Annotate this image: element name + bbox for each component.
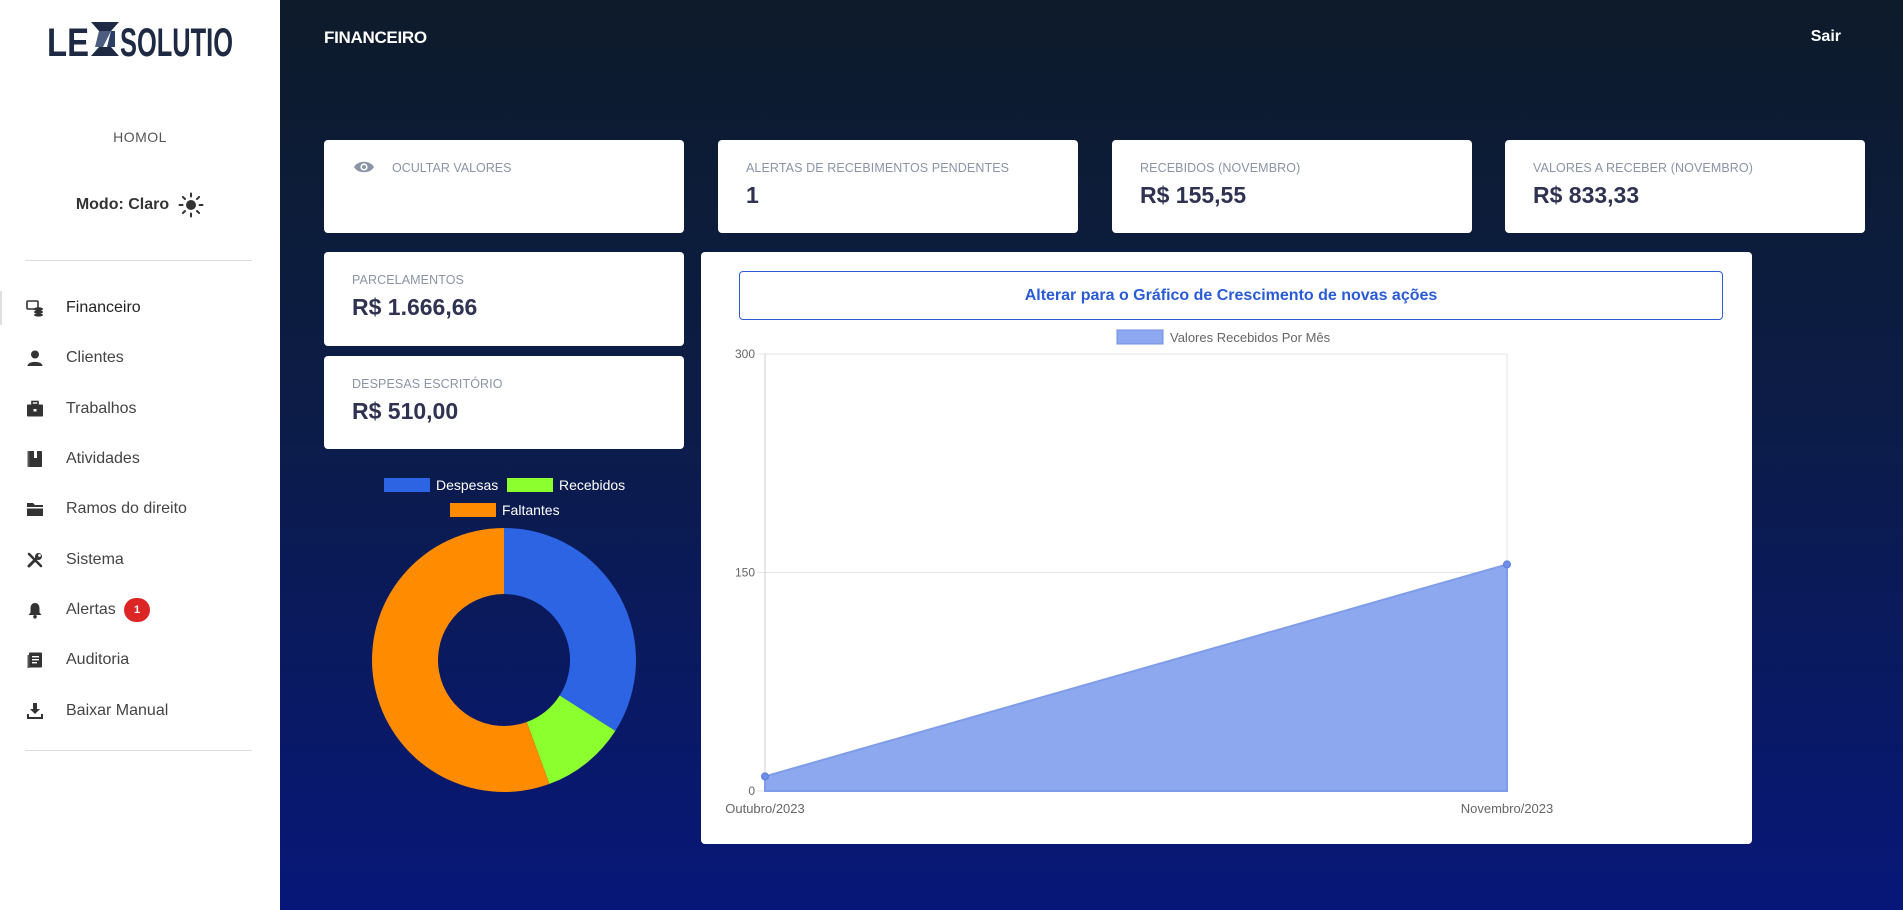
card-caption: VALORES A RECEBER (NOVEMBRO)	[1533, 161, 1753, 175]
sidebar-item-label: Atividades	[66, 450, 140, 468]
environment-label: HOMOL	[113, 129, 167, 145]
book-icon	[26, 450, 44, 468]
main-content: FINANCEIRO Sair OCULTAR VALORES ALERTAS …	[280, 0, 1903, 910]
alert-count-badge: 1	[124, 597, 150, 622]
card-value: R$ 510,00	[352, 398, 459, 424]
sidebar-item-label: Clientes	[66, 349, 124, 367]
sidebar-item-label: Sistema	[66, 550, 124, 568]
sidebar-item-alertas[interactable]: Alertas 1	[0, 585, 280, 635]
card-caption: DESPESAS ESCRITÓRIO	[352, 377, 503, 391]
card-value: R$ 155,55	[1140, 182, 1247, 208]
sidebar-item-label: Financeiro	[66, 299, 141, 317]
page-title: FINANCEIRO	[324, 28, 427, 47]
legend-swatch-despesas[interactable]	[384, 478, 430, 492]
sidebar-item-trabalhos[interactable]: Trabalhos	[0, 384, 280, 434]
received-card: RECEBIDOS (NOVEMBRO) R$ 155,55	[1112, 140, 1472, 233]
area-chart: Valores Recebidos Por Mês 0 150 300 Outubro…	[725, 329, 1554, 816]
sidebar-item-clientes[interactable]: Clientes	[0, 333, 280, 383]
download-icon	[26, 702, 44, 720]
card-value: R$ 1.666,66	[352, 294, 478, 320]
area-legend[interactable]: Valores Recebidos Por Mês	[1116, 329, 1331, 345]
theme-mode-label: Modo: Claro	[75, 196, 170, 213]
card-caption: PARCELAMENTOS	[352, 273, 464, 287]
to-receive-card: VALORES A RECEBER (NOVEMBRO) R$ 833,33	[1505, 140, 1865, 233]
sidebar-item-label: Alertas	[66, 600, 116, 618]
finance-icon	[26, 299, 44, 317]
legend-swatch-faltantes[interactable]	[450, 503, 496, 517]
sidebar-item-ramos-do-direito[interactable]: Ramos do direito	[0, 484, 280, 534]
donut-slice-despesas[interactable]	[504, 528, 636, 731]
pending-alerts-card: ALERTAS DE RECEBIMENTOS PENDENTES 1	[718, 140, 1078, 233]
y-tick-label: 300	[735, 347, 755, 361]
document-icon	[26, 651, 44, 669]
card-value: R$ 833,33	[1533, 182, 1640, 208]
legend-label-recebidos: Recebidos	[559, 477, 625, 493]
y-tick-label: 0	[748, 784, 755, 798]
card-value: 1	[746, 182, 759, 208]
y-tick-label: 150	[735, 566, 755, 580]
sidebar-item-label: Auditoria	[66, 651, 130, 669]
x-tick-label: Novembro/2023	[1461, 801, 1554, 816]
sidebar-item-auditoria[interactable]: Auditoria	[0, 635, 280, 685]
sidebar-item-financeiro[interactable]: Financeiro	[0, 283, 280, 333]
sidebar-item-sistema[interactable]: Sistema	[0, 534, 280, 584]
donut-legend: Despesas Recebidos Faltantes	[384, 477, 625, 518]
legend-label-despesas: Despesas	[436, 477, 498, 493]
sidebar-item-label: Baixar Manual	[66, 701, 169, 719]
legend-swatch-recebidos[interactable]	[507, 478, 553, 492]
briefcase-icon	[26, 400, 44, 418]
sidebar-item-atividades[interactable]: Atividades	[0, 434, 280, 484]
theme-toggle[interactable]: Modo: Claro	[0, 192, 280, 218]
card-caption: RECEBIDOS (NOVEMBRO)	[1140, 161, 1301, 175]
tools-icon	[26, 551, 44, 569]
donut-chart: Despesas Recebidos Faltantes	[371, 477, 636, 792]
person-icon	[26, 349, 44, 367]
eye-icon[interactable]	[353, 160, 375, 174]
office-expenses-card: DESPESAS ESCRITÓRIO R$ 510,00	[324, 356, 684, 449]
sidebar-nav: Financeiro Clientes Trabalhos Atividades…	[0, 283, 280, 736]
logout-button[interactable]: Sair	[1811, 28, 1841, 46]
sidebar-item-baixar-manual[interactable]: Baixar Manual	[0, 685, 280, 735]
donut-slices	[371, 528, 636, 792]
sidebar-divider	[25, 260, 252, 261]
sidebar-item-label: Trabalhos	[66, 399, 137, 417]
legend-label-faltantes: Faltantes	[502, 502, 560, 518]
area-chart-panel: Alterar para o Gráfico de Crescimento de…	[701, 252, 1752, 844]
folder-icon	[26, 500, 44, 518]
sidebar-item-label: Ramos do direito	[66, 500, 187, 518]
data-point[interactable]	[1503, 560, 1511, 569]
sun-icon[interactable]	[178, 192, 204, 218]
bell-icon	[26, 601, 44, 619]
legend-swatch	[1116, 329, 1164, 345]
hide-values-card[interactable]: OCULTAR VALORES	[324, 140, 684, 233]
legend-label: Valores Recebidos Por Mês	[1170, 330, 1331, 345]
sidebar-divider	[25, 750, 252, 751]
installments-card: PARCELAMENTOS R$ 1.666,66	[324, 252, 684, 346]
sidebar: LE SOLUTIO HOMOL Modo: Claro Financeiro …	[0, 0, 280, 910]
lexsolutio-logo[interactable]: LE SOLUTIO	[47, 18, 233, 62]
area-series	[764, 563, 1508, 792]
svg-text:LE: LE	[47, 21, 89, 62]
hide-values-label: OCULTAR VALORES	[392, 161, 512, 175]
card-caption: ALERTAS DE RECEBIMENTOS PENDENTES	[746, 161, 1010, 175]
x-tick-label: Outubro/2023	[725, 801, 805, 816]
data-point[interactable]	[761, 772, 769, 781]
svg-text:SOLUTIO: SOLUTIO	[120, 21, 233, 62]
